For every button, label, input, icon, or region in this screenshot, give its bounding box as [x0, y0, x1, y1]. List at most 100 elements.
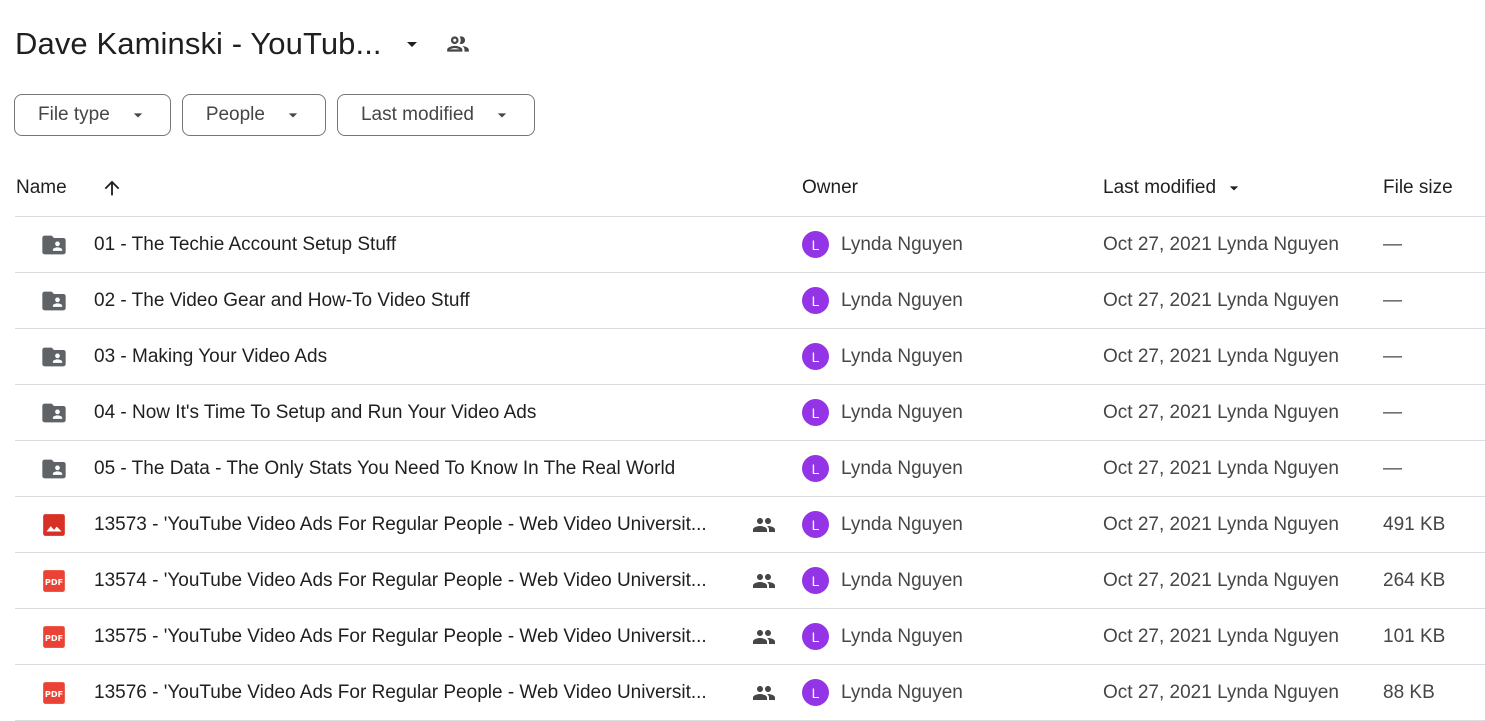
table-row[interactable]: PDF 13575 - 'YouTube Video Ads For Regul…	[15, 609, 1485, 665]
shared-folder-icon	[39, 385, 69, 440]
arrow-drop-down-icon	[1224, 178, 1244, 198]
column-header-file-size: File size	[1383, 177, 1453, 198]
table-row[interactable]: 13573 - 'YouTube Video Ads For Regular P…	[15, 497, 1485, 553]
pdf-file-icon: PDF	[39, 609, 69, 664]
people-filter[interactable]: People	[181, 94, 326, 136]
table-header: Name Owner Last modified File size	[15, 160, 1485, 217]
owner-cell: L Lynda Nguyen	[802, 609, 963, 664]
file-name: 01 - The Techie Account Setup Stuff	[94, 234, 397, 255]
avatar[interactable]: L	[802, 679, 829, 706]
table-row[interactable]: PDF 13576 - 'YouTube Video Ads For Regul…	[15, 665, 1485, 721]
owner-cell: L Lynda Nguyen	[802, 665, 963, 720]
column-header-name[interactable]: Name	[16, 160, 67, 216]
file-name: 04 - Now It's Time To Setup and Run Your…	[94, 402, 537, 423]
arrow-drop-down-icon	[283, 105, 303, 125]
last-modified-filter-label: Last modified	[360, 104, 474, 125]
owner-cell: L Lynda Nguyen	[802, 273, 963, 328]
image-file-icon	[39, 497, 69, 552]
shared-indicator-empty	[752, 441, 776, 496]
owner-name: Lynda Nguyen	[841, 233, 963, 255]
people-icon	[752, 609, 776, 664]
file-name: 03 - Making Your Video Ads	[94, 346, 328, 367]
file-size-cell: 264 KB	[1383, 569, 1446, 591]
avatar[interactable]: L	[802, 231, 829, 258]
owner-cell: L Lynda Nguyen	[802, 385, 963, 440]
last-modified-filter[interactable]: Last modified	[336, 94, 535, 136]
people-icon	[752, 665, 776, 720]
owner-name: Lynda Nguyen	[841, 681, 963, 703]
shared-folder-icon	[39, 273, 69, 328]
pdf-file-icon: PDF	[39, 665, 69, 720]
owner-name: Lynda Nguyen	[841, 513, 963, 535]
file-rows: 01 - The Techie Account Setup Stuff L Ly…	[15, 217, 1485, 721]
avatar[interactable]: L	[802, 567, 829, 594]
shared-folder-icon	[39, 329, 69, 384]
sort-arrow-up-icon[interactable]	[101, 160, 123, 216]
table-row[interactable]: 02 - The Video Gear and How-To Video Stu…	[15, 273, 1485, 329]
shared-indicator-empty	[752, 217, 776, 272]
owner-cell: L Lynda Nguyen	[802, 497, 963, 552]
file-size-cell: 491 KB	[1383, 513, 1446, 535]
owner-name: Lynda Nguyen	[841, 401, 963, 423]
folder-header: Dave Kaminski - YouTub...	[15, 22, 472, 66]
file-size-cell: —	[1383, 289, 1402, 311]
last-modified-cell: Oct 27, 2021 Lynda Nguyen	[1103, 569, 1339, 591]
last-modified-cell: Oct 27, 2021 Lynda Nguyen	[1103, 401, 1339, 423]
table-row[interactable]: 05 - The Data - The Only Stats You Need …	[15, 441, 1485, 497]
shared-indicator-empty	[752, 329, 776, 384]
last-modified-cell: Oct 27, 2021 Lynda Nguyen	[1103, 289, 1339, 311]
pdf-file-icon: PDF	[39, 553, 69, 608]
owner-name: Lynda Nguyen	[841, 457, 963, 479]
file-name: 13576 - 'YouTube Video Ads For Regular P…	[94, 682, 707, 703]
file-name: 13575 - 'YouTube Video Ads For Regular P…	[94, 626, 707, 647]
avatar[interactable]: L	[802, 511, 829, 538]
file-name: 13573 - 'YouTube Video Ads For Regular P…	[94, 514, 707, 535]
last-modified-cell: Oct 27, 2021 Lynda Nguyen	[1103, 625, 1339, 647]
file-name: 13574 - 'YouTube Video Ads For Regular P…	[94, 570, 707, 591]
avatar[interactable]: L	[802, 623, 829, 650]
file-size-cell: —	[1383, 345, 1402, 367]
avatar[interactable]: L	[802, 455, 829, 482]
owner-name: Lynda Nguyen	[841, 625, 963, 647]
column-header-last-modified-label: Last modified	[1103, 177, 1217, 198]
column-header-last-modified[interactable]: Last modified	[1103, 160, 1244, 216]
owner-cell: L Lynda Nguyen	[802, 329, 963, 384]
last-modified-cell: Oct 27, 2021 Lynda Nguyen	[1103, 233, 1339, 255]
file-list: Name Owner Last modified File size 01 - …	[15, 160, 1485, 721]
file-name: 05 - The Data - The Only Stats You Need …	[94, 458, 676, 479]
people-icon	[752, 497, 776, 552]
owner-cell: L Lynda Nguyen	[802, 441, 963, 496]
people-icon	[444, 30, 472, 58]
last-modified-cell: Oct 27, 2021 Lynda Nguyen	[1103, 457, 1339, 479]
shared-folder-icon	[39, 441, 69, 496]
arrow-drop-down-icon[interactable]	[400, 32, 424, 56]
arrow-drop-down-icon	[492, 105, 512, 125]
avatar[interactable]: L	[802, 399, 829, 426]
file-name: 02 - The Video Gear and How-To Video Stu…	[94, 290, 470, 311]
file-type-filter-label: File type	[38, 104, 110, 125]
people-filter-label: People	[205, 104, 265, 125]
table-row[interactable]: 01 - The Techie Account Setup Stuff L Ly…	[15, 217, 1485, 273]
owner-name: Lynda Nguyen	[841, 569, 963, 591]
file-type-filter[interactable]: File type	[14, 94, 171, 136]
table-row[interactable]: 04 - Now It's Time To Setup and Run Your…	[15, 385, 1485, 441]
column-header-owner: Owner	[802, 177, 858, 198]
svg-text:PDF: PDF	[45, 632, 63, 642]
avatar[interactable]: L	[802, 287, 829, 314]
shared-folder-icon	[39, 217, 69, 272]
owner-name: Lynda Nguyen	[841, 289, 963, 311]
people-icon	[752, 553, 776, 608]
folder-title[interactable]: Dave Kaminski - YouTub...	[15, 26, 382, 62]
file-size-cell: 101 KB	[1383, 625, 1446, 647]
avatar[interactable]: L	[802, 343, 829, 370]
svg-text:PDF: PDF	[45, 576, 63, 586]
table-row[interactable]: PDF 13574 - 'YouTube Video Ads For Regul…	[15, 553, 1485, 609]
svg-text:PDF: PDF	[45, 688, 63, 698]
file-size-cell: —	[1383, 401, 1402, 423]
table-row[interactable]: 03 - Making Your Video Ads L Lynda Nguye…	[15, 329, 1485, 385]
owner-cell: L Lynda Nguyen	[802, 217, 963, 272]
last-modified-cell: Oct 27, 2021 Lynda Nguyen	[1103, 681, 1339, 703]
file-size-cell: —	[1383, 233, 1402, 255]
arrow-drop-down-icon	[128, 105, 148, 125]
file-size-cell: —	[1383, 457, 1402, 479]
